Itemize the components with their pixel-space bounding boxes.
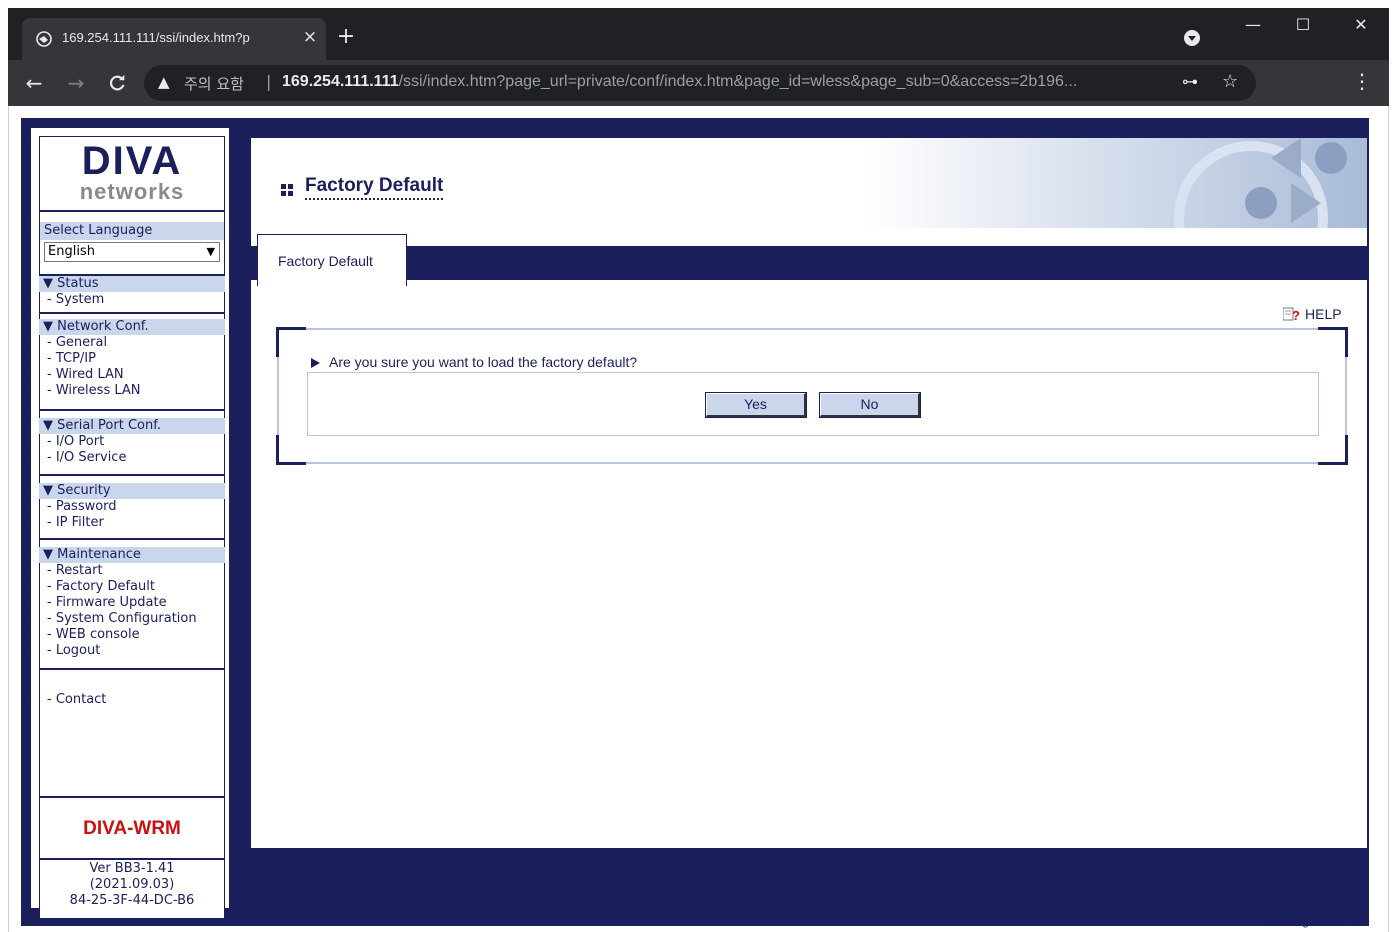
arrow-right-icon bbox=[311, 358, 320, 368]
nav-group-title[interactable]: ▼ Serial Port Conf. bbox=[39, 418, 225, 434]
footer-band bbox=[251, 848, 1367, 914]
sidebar-item-tcpip[interactable]: - TCP/IP bbox=[39, 351, 225, 367]
url-text[interactable]: 169.254.111.111/ssi/index.htm?page_url=p… bbox=[282, 73, 1162, 91]
nav-group-title[interactable]: ▼ Security bbox=[39, 483, 225, 499]
security-label[interactable]: 주의 요함 bbox=[184, 73, 244, 94]
help-label: HELP bbox=[1305, 306, 1342, 322]
confirm-panel: Are you sure you want to load the factor… bbox=[276, 327, 1348, 465]
svg-text:?: ? bbox=[1292, 308, 1300, 321]
star-icon[interactable]: ☆ bbox=[1222, 71, 1238, 92]
url-path: /ssi/index.htm?page_url=private/conf/ind… bbox=[398, 73, 1078, 90]
logo-networks: networks bbox=[79, 179, 185, 204]
sidebar-item-wired-lan[interactable]: - Wired LAN bbox=[39, 367, 225, 383]
version-text: Ver BB3-1.41 bbox=[89, 861, 175, 876]
browser-tab[interactable]: 169.254.111.111/ssi/index.htm?p × bbox=[22, 18, 326, 60]
warning-icon[interactable]: ▲ bbox=[158, 73, 170, 91]
sidebar-item-password[interactable]: - Password bbox=[39, 499, 225, 515]
nav-group-title[interactable]: ▼ Status bbox=[39, 276, 225, 292]
nav-group-maintenance: ▼ Maintenance - Restart - Factory Defaul… bbox=[39, 538, 225, 668]
sidebar-item-system[interactable]: - System bbox=[39, 292, 225, 308]
sidebar-item-general[interactable]: - General bbox=[39, 335, 225, 351]
corner-bracket bbox=[276, 435, 306, 465]
version-section: Ver BB3-1.41 (2021.09.03) 84-25-3F-44-DC… bbox=[39, 858, 225, 909]
footer-link[interactable]: www.highlink.co.kr bbox=[1264, 914, 1363, 928]
nav-group-network: ▼ Network Conf. - General - TCP/IP - Wir… bbox=[39, 312, 225, 409]
corner-bracket bbox=[1318, 327, 1348, 357]
url-host: 169.254.111.111 bbox=[282, 73, 399, 90]
sidebar: DIVA networks Select Language English ▼ … bbox=[31, 128, 229, 918]
sidebar-item-restart[interactable]: - Restart bbox=[39, 563, 225, 579]
sidebar-item-factory-default[interactable]: - Factory Default bbox=[39, 579, 225, 595]
close-window-icon[interactable]: ✕ bbox=[1338, 8, 1384, 42]
tab-cover bbox=[258, 278, 406, 281]
tab-strip: 169.254.111.111/ssi/index.htm?p × + — ☐ … bbox=[8, 8, 1389, 60]
main-content: Factory Default Factory Default ? HELP A… bbox=[251, 138, 1367, 928]
maximize-icon[interactable]: ☐ bbox=[1280, 8, 1326, 42]
profile-menu-icon[interactable] bbox=[1184, 30, 1200, 46]
help-link[interactable]: ? HELP bbox=[1283, 306, 1342, 322]
back-icon[interactable]: ← bbox=[20, 69, 48, 97]
sidebar-item-io-service[interactable]: - I/O Service bbox=[39, 450, 225, 466]
language-select[interactable]: English ▼ bbox=[44, 242, 220, 262]
tab-title: 169.254.111.111/ssi/index.htm?p bbox=[62, 30, 250, 45]
yes-button[interactable]: Yes bbox=[705, 392, 807, 418]
page-title: Factory Default bbox=[305, 174, 444, 200]
language-section: Select Language English ▼ bbox=[40, 212, 224, 272]
contact-section: - Contact bbox=[39, 668, 225, 796]
globe-icon bbox=[36, 31, 52, 47]
language-label: Select Language bbox=[40, 222, 224, 240]
key-icon[interactable]: ⊶ bbox=[1182, 72, 1198, 91]
button-box: Yes No bbox=[307, 372, 1319, 436]
sidebar-item-web-console[interactable]: - WEB console bbox=[39, 627, 225, 643]
tab-bar-line bbox=[251, 278, 1367, 280]
nav-group-serial: ▼ Serial Port Conf. - I/O Port - I/O Ser… bbox=[39, 409, 225, 474]
tab-bar bbox=[251, 246, 1367, 278]
sidebar-item-firmware-update[interactable]: - Firmware Update bbox=[39, 595, 225, 611]
corner-bracket bbox=[276, 327, 306, 357]
page-frame: DIVA networks Select Language English ▼ … bbox=[21, 118, 1369, 928]
nav-group-status: ▼ Status - System bbox=[39, 274, 225, 312]
logo: DIVA networks bbox=[39, 136, 225, 210]
sidebar-item-logout[interactable]: - Logout bbox=[39, 643, 225, 659]
sidebar-item-wireless-lan[interactable]: - Wireless LAN bbox=[39, 383, 225, 399]
url-separator: | bbox=[266, 72, 272, 91]
help-icon: ? bbox=[1283, 307, 1300, 321]
web-page: DIVA networks Select Language English ▼ … bbox=[8, 106, 1389, 932]
sidebar-item-ip-filter[interactable]: - IP Filter bbox=[39, 515, 225, 531]
question-text: Are you sure you want to load the factor… bbox=[329, 354, 638, 370]
logo-diva: DIVA bbox=[81, 139, 183, 183]
nav-group-title[interactable]: ▼ Maintenance bbox=[39, 547, 225, 563]
menu-icon[interactable]: ⋮ bbox=[1352, 69, 1372, 93]
nav-group-title[interactable]: ▼ Network Conf. bbox=[39, 319, 225, 335]
reload-icon[interactable] bbox=[104, 69, 132, 97]
address-bar[interactable]: ▲ 주의 요함 | 169.254.111.111/ssi/index.htm?… bbox=[144, 65, 1256, 101]
language-value: English bbox=[48, 244, 95, 259]
nav-menu: ▼ Status - System ▼ Network Conf. - Gene… bbox=[39, 274, 225, 909]
browser-chrome: 169.254.111.111/ssi/index.htm?p × + — ☐ … bbox=[0, 0, 1397, 112]
corner-bracket bbox=[1318, 435, 1348, 465]
confirm-question: Are you sure you want to load the factor… bbox=[311, 354, 637, 370]
minimize-icon[interactable]: — bbox=[1230, 8, 1276, 42]
sidebar-item-io-port[interactable]: - I/O Port bbox=[39, 434, 225, 450]
new-tab-icon[interactable]: + bbox=[334, 25, 358, 49]
no-button[interactable]: No bbox=[819, 392, 921, 418]
title-bullet-icon bbox=[281, 184, 293, 196]
mac-address: 84-25-3F-44-DC-B6 bbox=[69, 893, 195, 908]
header-banner: Factory Default bbox=[251, 138, 1367, 228]
chevron-down-icon: ▼ bbox=[206, 245, 215, 258]
forward-icon[interactable]: → bbox=[62, 69, 90, 97]
model-section: DIVA-WRM bbox=[39, 796, 225, 858]
sidebar-item-contact[interactable]: - Contact bbox=[39, 692, 106, 708]
browser-toolbar: ← → ▲ 주의 요함 | 169.254.111.111/ssi/index.… bbox=[8, 60, 1389, 106]
close-tab-icon[interactable]: × bbox=[300, 27, 320, 47]
sidebar-item-system-configuration[interactable]: - System Configuration bbox=[39, 611, 225, 627]
build-date: (2021.09.03) bbox=[89, 877, 175, 892]
nav-group-security: ▼ Security - Password - IP Filter bbox=[39, 474, 225, 538]
model-name: DIVA-WRM bbox=[83, 818, 181, 839]
